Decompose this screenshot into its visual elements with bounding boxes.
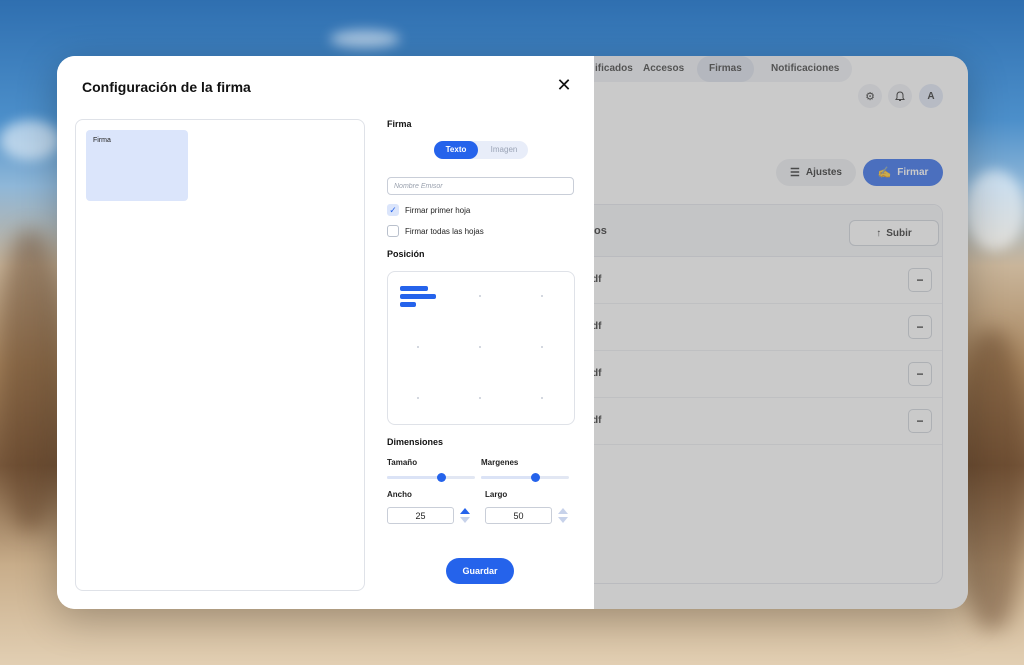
- position-marker-bar: [400, 294, 436, 299]
- checkbox-primer-hoja[interactable]: ✓: [387, 204, 399, 216]
- position-cell-top-left[interactable]: [396, 280, 450, 322]
- position-cell-middle-right[interactable]: [541, 346, 543, 348]
- files-header: os ↑ Subir: [556, 205, 942, 257]
- position-cell-bottom-center[interactable]: [479, 397, 481, 399]
- position-cell-bottom-left[interactable]: [417, 397, 419, 399]
- bell-icon[interactable]: [888, 84, 912, 108]
- arrow-up-icon: ↑: [876, 227, 882, 239]
- position-cell-middle-center[interactable]: [479, 346, 481, 348]
- position-cell-middle-left[interactable]: [417, 346, 419, 348]
- tamano-slider[interactable]: [387, 473, 475, 482]
- background-cloud: [330, 30, 400, 48]
- file-row[interactable]: df −: [556, 351, 942, 398]
- checkbox-todas-hojas[interactable]: [387, 225, 399, 237]
- file-row[interactable]: df −: [556, 398, 942, 445]
- tamano-label: Tamaño: [387, 458, 418, 467]
- slider-fill: [481, 476, 536, 479]
- signature-icon: ✍: [877, 167, 892, 179]
- files-card: os ↑ Subir df − df − df − df −: [555, 204, 943, 584]
- avatar[interactable]: A: [919, 84, 943, 108]
- chevron-up-icon[interactable]: [460, 508, 470, 514]
- subir-button-label: Subir: [886, 227, 912, 239]
- subir-button[interactable]: ↑ Subir: [849, 220, 939, 246]
- firmar-button[interactable]: ✍ Firmar: [863, 159, 943, 186]
- checkbox-row-todas-hojas[interactable]: Firmar todas las hojas: [387, 224, 484, 238]
- remove-file-button[interactable]: −: [908, 409, 932, 433]
- file-row[interactable]: df −: [556, 304, 942, 351]
- margenes-slider[interactable]: [481, 473, 569, 482]
- remove-file-button[interactable]: −: [908, 268, 932, 292]
- file-row[interactable]: df −: [556, 257, 942, 304]
- position-cell-top-center[interactable]: [479, 295, 481, 297]
- ancho-label: Ancho: [387, 490, 412, 499]
- largo-label: Largo: [485, 490, 508, 499]
- firma-section-label: Firma: [387, 119, 412, 129]
- background-rock: [960, 330, 1024, 630]
- background-cloud: [965, 170, 1024, 250]
- largo-stepper[interactable]: [558, 508, 568, 524]
- background-rock: [0, 230, 60, 530]
- largo-input[interactable]: [485, 507, 552, 524]
- toggle-option-texto[interactable]: Texto: [434, 141, 478, 159]
- chevron-down-icon[interactable]: [460, 517, 470, 523]
- ancho-stepper[interactable]: [460, 508, 470, 524]
- nombre-emisor-input[interactable]: [387, 177, 574, 195]
- close-icon[interactable]: ✕: [555, 76, 573, 94]
- checkbox-label: Firmar todas las hojas: [405, 226, 484, 236]
- signature-preview-label: Firma: [93, 137, 111, 144]
- checkbox-row-primer-hoja[interactable]: ✓ Firmar primer hoja: [387, 203, 470, 217]
- ajustes-button[interactable]: ☰ Ajustes: [776, 159, 856, 186]
- files-title: os: [594, 225, 607, 237]
- remove-file-button[interactable]: −: [908, 362, 932, 386]
- nav-item-notificaciones[interactable]: Notificaciones: [759, 56, 851, 82]
- posicion-section-label: Posición: [387, 249, 425, 259]
- slider-thumb[interactable]: [437, 473, 447, 482]
- ajustes-button-label: Ajustes: [805, 167, 842, 178]
- toggle-option-imagen[interactable]: Imagen: [480, 141, 528, 159]
- firma-type-toggle[interactable]: Texto Imagen: [434, 141, 528, 159]
- position-cell-top-right[interactable]: [541, 295, 543, 297]
- firmar-button-label: Firmar: [897, 167, 929, 178]
- margenes-label: Margenes: [481, 458, 519, 467]
- nav-item-firmas[interactable]: Firmas: [697, 56, 754, 82]
- nav-item-accesos[interactable]: Accesos: [631, 56, 696, 82]
- dimensiones-section-label: Dimensiones: [387, 437, 444, 447]
- app-window: ificados Accesos Firmas Notificaciones ⚙…: [57, 56, 968, 609]
- ancho-input[interactable]: [387, 507, 454, 524]
- sliders-icon: ☰: [790, 167, 800, 179]
- modal-title: Configuración de la firma: [82, 79, 251, 95]
- position-cell-bottom-right[interactable]: [541, 397, 543, 399]
- position-grid[interactable]: [387, 271, 575, 425]
- signature-config-modal: Configuración de la firma ✕ Firma Firma …: [57, 56, 594, 609]
- gear-icon[interactable]: ⚙: [858, 84, 882, 108]
- slider-fill: [387, 476, 442, 479]
- position-marker-bar: [400, 286, 428, 291]
- chevron-down-icon[interactable]: [558, 517, 568, 523]
- slider-thumb[interactable]: [531, 473, 541, 482]
- guardar-button[interactable]: Guardar: [446, 558, 514, 584]
- remove-file-button[interactable]: −: [908, 315, 932, 339]
- chevron-up-icon[interactable]: [558, 508, 568, 514]
- signature-preview-block[interactable]: Firma: [86, 130, 188, 201]
- background-cloud: [0, 120, 60, 160]
- position-marker-bar: [400, 302, 416, 307]
- page-preview: Firma: [75, 119, 365, 591]
- checkbox-label: Firmar primer hoja: [405, 205, 471, 215]
